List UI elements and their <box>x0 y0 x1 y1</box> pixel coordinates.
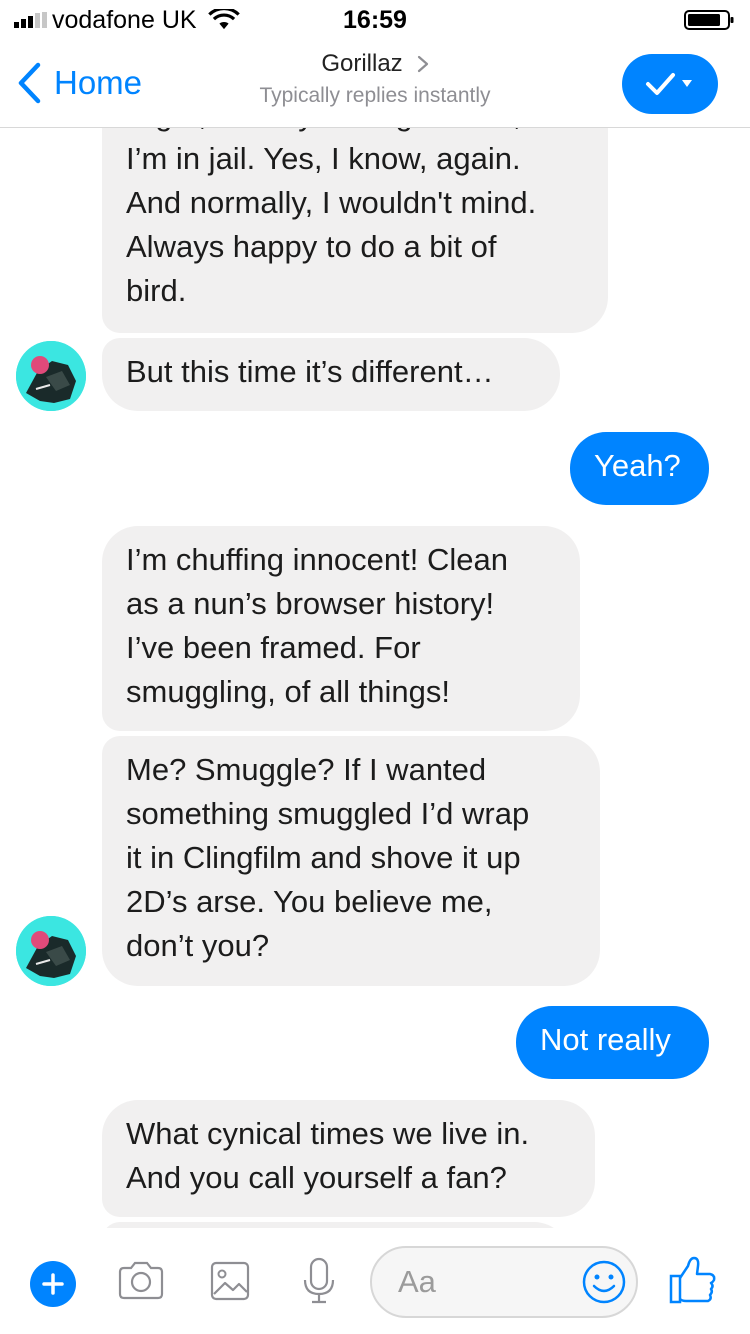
message-bubble-outgoing[interactable]: Not really <box>516 1006 709 1079</box>
gallery-button[interactable] <box>205 1256 255 1306</box>
message-input-container[interactable] <box>370 1246 638 1318</box>
image-icon <box>210 1261 250 1301</box>
checkmark-dropdown-icon <box>646 73 692 95</box>
battery-icon <box>684 10 734 30</box>
message-composer <box>0 1232 750 1334</box>
smiley-icon[interactable] <box>580 1258 628 1306</box>
contact-name: Gorillaz <box>321 50 403 77</box>
message-bubble-incoming-partial[interactable] <box>102 1222 570 1228</box>
message-bubble-incoming[interactable]: But this time it’s different… <box>102 338 560 411</box>
conversation-header: Home Gorillaz Typically replies instantl… <box>0 40 750 128</box>
voice-button[interactable] <box>294 1256 344 1306</box>
camera-icon <box>118 1261 164 1300</box>
camera-button[interactable] <box>116 1256 166 1306</box>
contact-avatar[interactable] <box>16 916 86 986</box>
message-bubble-incoming[interactable]: Right, so as you've guessed, I’m in jail… <box>102 128 608 333</box>
thumbs-up-icon[interactable] <box>668 1254 718 1306</box>
microphone-icon <box>303 1257 335 1304</box>
avatar-image <box>16 341 86 411</box>
contact-avatar[interactable] <box>16 341 86 411</box>
message-thread[interactable]: Right, so as you've guessed, I’m in jail… <box>0 128 750 1228</box>
chevron-right-icon <box>417 55 428 73</box>
message-bubble-incoming[interactable]: I’m chuffing innocent! Clean as a nun’s … <box>102 526 580 731</box>
status-time: 16:59 <box>343 6 407 34</box>
message-bubble-incoming[interactable]: What cynical times we live in. And you c… <box>102 1100 595 1217</box>
plus-icon <box>42 1273 64 1295</box>
message-bubble-incoming[interactable]: Me? Smuggle? If I wanted something smugg… <box>102 736 600 986</box>
mark-done-button[interactable] <box>622 54 718 114</box>
message-bubble-outgoing[interactable]: Yeah? <box>570 432 709 505</box>
status-bar: vodafone UK 16:59 <box>0 0 750 40</box>
message-input[interactable] <box>398 1262 578 1302</box>
add-button[interactable] <box>30 1261 76 1307</box>
avatar-image <box>16 916 86 986</box>
